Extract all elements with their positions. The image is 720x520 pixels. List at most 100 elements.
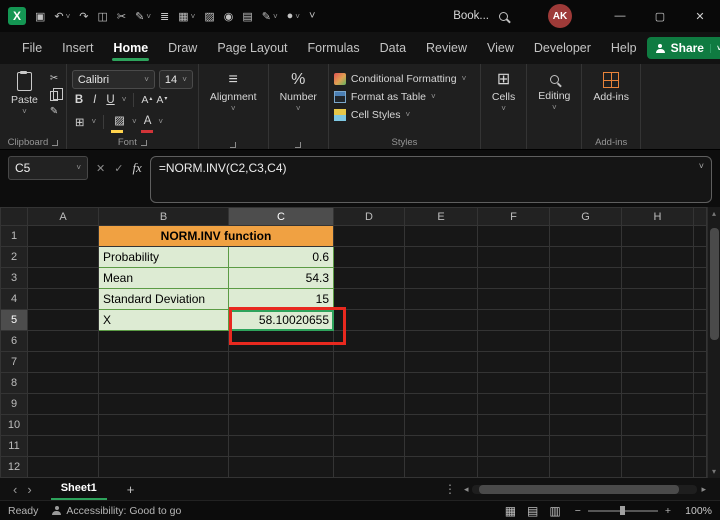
zoom-slider[interactable] <box>587 506 658 515</box>
vertical-scrollbar-thumb[interactable] <box>710 228 719 340</box>
cell-H6[interactable] <box>621 330 694 352</box>
cell-F6[interactable] <box>477 330 550 352</box>
cell-D2[interactable] <box>333 246 405 268</box>
undo-icon[interactable]: ↶ ˅ <box>54 10 70 23</box>
scroll-up-icon[interactable]: ▴ <box>712 209 716 218</box>
bold-button[interactable]: B <box>72 94 86 106</box>
column-header-A[interactable]: A <box>27 207 99 226</box>
menu-tab-draw[interactable]: Draw <box>158 32 207 64</box>
column-header-H[interactable]: H <box>621 207 694 226</box>
cell-A6[interactable] <box>27 330 99 352</box>
alignment-button[interactable]: ≡ Alignment ˅ <box>204 70 263 114</box>
cell-C8[interactable] <box>228 372 334 394</box>
cell-G5[interactable] <box>549 309 622 331</box>
cell-G6[interactable] <box>549 330 622 352</box>
cell-F7[interactable] <box>477 351 550 373</box>
cell-E11[interactable] <box>404 435 478 457</box>
cell-G10[interactable] <box>549 414 622 436</box>
cell-B7[interactable] <box>98 351 229 373</box>
table-icon[interactable]: ▦ ˅ <box>178 10 195 23</box>
cell-C7[interactable] <box>228 351 334 373</box>
format-painter-icon[interactable]: ▨ <box>204 10 214 23</box>
row-header-6[interactable]: 6 <box>0 330 28 352</box>
cell-E9[interactable] <box>404 393 478 415</box>
cell-F9[interactable] <box>477 393 550 415</box>
cell-B5[interactable]: X <box>98 309 229 331</box>
formula-input[interactable]: =NORM.INV(C2,C3,C4) ˅ <box>149 156 712 203</box>
cell-A7[interactable] <box>27 351 99 373</box>
sheet-nav-right-icon[interactable]: › <box>22 482 36 497</box>
cell-A2[interactable] <box>27 246 99 268</box>
cells-button[interactable]: ⊞ Cells ˅ <box>486 70 521 114</box>
cell-F1[interactable] <box>477 225 550 247</box>
cell-G9[interactable] <box>549 393 622 415</box>
cell-D3[interactable] <box>333 267 405 289</box>
select-all-corner[interactable] <box>0 207 28 226</box>
close-button[interactable]: ✕ <box>680 0 720 32</box>
dialog-launcher-icon[interactable] <box>140 139 147 146</box>
cell-E2[interactable] <box>404 246 478 268</box>
share-button[interactable]: Share ˅ <box>646 37 720 59</box>
cell-F3[interactable] <box>477 267 550 289</box>
format-as-table-button[interactable]: Format as Table ˅ <box>333 88 466 106</box>
cell-G11[interactable] <box>549 435 622 457</box>
cell-A4[interactable] <box>27 288 99 310</box>
cell-A12[interactable] <box>27 456 99 478</box>
cell-E5[interactable] <box>404 309 478 331</box>
cell-E4[interactable] <box>404 288 478 310</box>
row-header-4[interactable]: 4 <box>0 288 28 310</box>
cut-button[interactable]: ✂ <box>50 73 61 84</box>
cell-D10[interactable] <box>333 414 405 436</box>
cell-F8[interactable] <box>477 372 550 394</box>
cell-G12[interactable] <box>549 456 622 478</box>
cell-A11[interactable] <box>27 435 99 457</box>
cell-B6[interactable] <box>98 330 229 352</box>
cell-H8[interactable] <box>621 372 694 394</box>
decrease-font-button[interactable]: A ▾ <box>156 94 167 106</box>
cell-F5[interactable] <box>477 309 550 331</box>
cell-F11[interactable] <box>477 435 550 457</box>
save-icon[interactable]: ▣ <box>35 10 45 23</box>
cut-icon[interactable]: ✂ <box>117 10 126 23</box>
cell-C12[interactable] <box>228 456 334 478</box>
menu-tab-view[interactable]: View <box>477 32 524 64</box>
cell-B3[interactable]: Mean <box>98 267 229 289</box>
borders-button[interactable]: ⊞ <box>72 115 88 129</box>
database-icon[interactable]: ≣ <box>160 10 169 23</box>
cell-B10[interactable] <box>98 414 229 436</box>
vertical-scrollbar[interactable]: ▴ ▾ <box>707 207 720 478</box>
font-size-select[interactable]: 14 ˅ <box>158 70 193 89</box>
cell-C10[interactable] <box>228 414 334 436</box>
font-color-button[interactable]: A <box>140 111 155 133</box>
excel-logo[interactable]: X <box>8 7 26 25</box>
cell-F12[interactable] <box>477 456 550 478</box>
insert-function-button[interactable]: fx <box>132 160 141 176</box>
menu-tab-file[interactable]: File <box>12 32 52 64</box>
menu-tab-page-layout[interactable]: Page Layout <box>207 32 297 64</box>
cell-H1[interactable] <box>621 225 694 247</box>
cell-A1[interactable] <box>27 225 99 247</box>
name-box[interactable]: C5 ˅ <box>8 156 88 180</box>
document-title[interactable]: Book... <box>453 10 489 22</box>
cell-C11[interactable] <box>228 435 334 457</box>
pen-icon[interactable]: ✎ ˅ <box>262 10 278 23</box>
row-header-8[interactable]: 8 <box>0 372 28 394</box>
cell-styles-button[interactable]: Cell Styles ˅ <box>333 106 466 124</box>
cell-H11[interactable] <box>621 435 694 457</box>
cell-D5[interactable] <box>333 309 405 331</box>
copy-button[interactable] <box>49 88 64 101</box>
increase-font-button[interactable]: A ▴ <box>141 94 152 106</box>
draw-icon[interactable]: ✎ ˅ <box>135 10 151 23</box>
zoom-out-icon[interactable]: − <box>575 505 581 517</box>
cell-D8[interactable] <box>333 372 405 394</box>
fill-color-button[interactable]: ▨ <box>111 111 128 133</box>
sheet-nav-left-icon[interactable]: ‹ <box>8 482 22 497</box>
addins-button[interactable]: Add-ins <box>587 70 635 105</box>
scroll-right-icon[interactable]: ▸ <box>701 484 706 495</box>
format-painter-button[interactable]: ✎ <box>50 106 61 117</box>
cell-E8[interactable] <box>404 372 478 394</box>
cell-F4[interactable] <box>477 288 550 310</box>
column-header-C[interactable]: C <box>228 207 334 226</box>
menu-tab-developer[interactable]: Developer <box>524 32 601 64</box>
cell-H4[interactable] <box>621 288 694 310</box>
